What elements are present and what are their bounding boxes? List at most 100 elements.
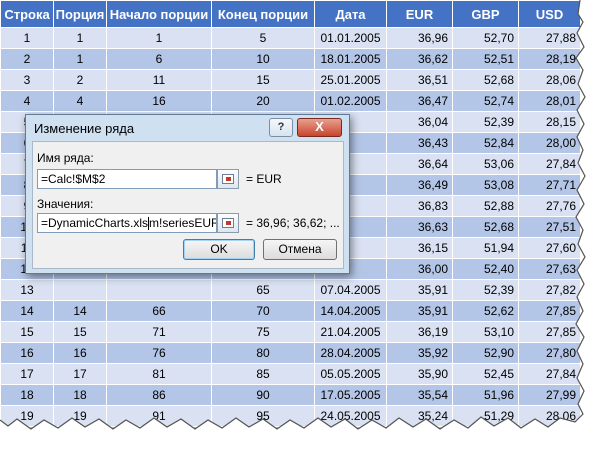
table-cell[interactable]: 27,88 <box>518 27 581 49</box>
table-cell[interactable]: 53,10 <box>452 321 519 343</box>
table-cell[interactable]: 100 <box>211 426 315 448</box>
table-cell[interactable]: 35,90 <box>386 363 453 385</box>
table-cell[interactable]: 15 <box>0 321 54 343</box>
table-cell[interactable]: 15 <box>211 69 315 91</box>
table-cell[interactable]: 6 <box>106 48 212 70</box>
table-cell[interactable]: 20 <box>211 90 315 112</box>
table-cell[interactable]: 36,83 <box>386 195 453 217</box>
table-cell[interactable]: 27,84 <box>518 153 581 175</box>
table-cell[interactable]: 71 <box>106 321 212 343</box>
table-cell[interactable]: 86 <box>106 384 212 406</box>
table-cell[interactable]: 16 <box>0 342 54 364</box>
table-cell[interactable]: 36,43 <box>386 132 453 154</box>
table-cell[interactable]: 2 <box>0 48 54 70</box>
table-cell[interactable]: 51,96 <box>452 384 519 406</box>
table-cell[interactable]: 21 <box>0 447 54 464</box>
table-cell[interactable]: 1 <box>53 48 107 70</box>
table-cell[interactable]: 35,24 <box>386 405 453 427</box>
column-header[interactable]: Дата <box>314 0 387 28</box>
table-cell[interactable]: 28,06 <box>518 405 581 427</box>
table-cell[interactable]: 11 <box>106 69 212 91</box>
table-cell[interactable]: 05.05.2005 <box>314 363 387 385</box>
table-cell[interactable]: 15 <box>53 321 107 343</box>
table-cell[interactable]: 52,40 <box>452 258 519 280</box>
table-cell[interactable]: 35,92 <box>386 342 453 364</box>
table-cell[interactable]: 52,88 <box>452 195 519 217</box>
table-cell[interactable]: 20 <box>0 426 54 448</box>
table-cell[interactable]: 1 <box>53 27 107 49</box>
table-cell[interactable]: 27,85 <box>518 321 581 343</box>
series-values-input[interactable]: =DynamicCharts.xlsm!seriesEUR <box>37 213 217 233</box>
table-cell[interactable]: 52,68 <box>452 69 519 91</box>
table-cell[interactable]: 36,64 <box>386 153 453 175</box>
series-name-input[interactable]: =Calc!$M$2 <box>37 169 217 189</box>
column-header[interactable]: Строка <box>0 0 54 28</box>
table-cell[interactable]: 19 <box>53 405 107 427</box>
table-cell[interactable]: 36,47 <box>386 90 453 112</box>
table-cell[interactable]: 14.04.2005 <box>314 300 387 322</box>
table-cell[interactable]: 1 <box>0 27 54 49</box>
table-cell[interactable]: 2 <box>53 69 107 91</box>
table-cell[interactable]: 80 <box>211 342 315 364</box>
column-header[interactable]: Порция <box>53 0 107 28</box>
table-cell[interactable]: 95 <box>211 405 315 427</box>
table-cell[interactable]: 65 <box>211 279 315 301</box>
table-cell[interactable]: 36,19 <box>386 321 453 343</box>
table-cell[interactable]: 1 <box>106 27 212 49</box>
table-cell[interactable]: 28,19 <box>518 48 581 70</box>
table-cell[interactable]: 28,15 <box>518 111 581 133</box>
column-header[interactable]: Конец порции <box>211 0 315 28</box>
table-cell[interactable]: 24.05.2005 <box>314 405 387 427</box>
table-cell[interactable]: 17.05.2005 <box>314 384 387 406</box>
column-header[interactable]: EUR <box>386 0 453 28</box>
cancel-button[interactable]: Отмена <box>263 239 337 260</box>
table-cell[interactable]: 27,60 <box>518 237 581 259</box>
table-cell[interactable]: 25.01.2005 <box>314 69 387 91</box>
table-cell[interactable]: 27,80 <box>518 342 581 364</box>
table-cell[interactable]: 28,00 <box>518 132 581 154</box>
table-cell[interactable]: 52,39 <box>452 279 519 301</box>
table-cell[interactable]: 52,70 <box>452 27 519 49</box>
column-header[interactable]: GBP <box>452 0 519 28</box>
table-cell[interactable]: 52,51 <box>452 48 519 70</box>
table-cell[interactable]: 01.01.2005 <box>314 27 387 49</box>
table-cell[interactable]: 81 <box>106 363 212 385</box>
table-cell[interactable]: 51,94 <box>452 237 519 259</box>
table-cell[interactable]: 76 <box>106 342 212 364</box>
table-cell[interactable]: 27,82 <box>518 279 581 301</box>
table-cell[interactable]: 17 <box>0 363 54 385</box>
ok-button[interactable]: OK <box>183 239 255 260</box>
table-cell[interactable]: 36,15 <box>386 237 453 259</box>
table-cell[interactable] <box>106 279 212 301</box>
table-cell[interactable]: 17 <box>53 363 107 385</box>
table-cell[interactable]: 21.04.2005 <box>314 321 387 343</box>
column-header[interactable]: USD <box>518 0 581 28</box>
table-cell[interactable]: 16 <box>53 342 107 364</box>
table-cell[interactable]: 4 <box>0 90 54 112</box>
table-cell[interactable]: 27,63 <box>518 258 581 280</box>
table-cell[interactable]: 18 <box>53 384 107 406</box>
table-cell[interactable]: 28.04.2005 <box>314 342 387 364</box>
table-cell[interactable]: 85 <box>211 363 315 385</box>
table-cell[interactable]: 52,74 <box>452 90 519 112</box>
table-cell[interactable]: 18.01.2005 <box>314 48 387 70</box>
table-cell[interactable]: 14 <box>0 300 54 322</box>
table-cell[interactable]: 10 <box>211 48 315 70</box>
table-cell[interactable]: 36,00 <box>386 258 453 280</box>
table-cell[interactable]: 28,06 <box>518 69 581 91</box>
table-cell[interactable]: 13 <box>0 279 54 301</box>
table-cell[interactable]: 28,10 <box>518 426 581 448</box>
table-cell[interactable]: 90 <box>211 384 315 406</box>
table-cell[interactable]: 91 <box>106 405 212 427</box>
table-cell[interactable]: 5 <box>211 27 315 49</box>
table-cell[interactable]: 14 <box>53 300 107 322</box>
table-cell[interactable]: 28,01 <box>518 90 581 112</box>
table-cell[interactable]: 52,45 <box>452 363 519 385</box>
table-cell[interactable]: 96 <box>106 426 212 448</box>
table-cell[interactable]: 36,04 <box>386 111 453 133</box>
table-cell[interactable]: 36,96 <box>386 27 453 49</box>
table-cell[interactable]: 36,49 <box>386 174 453 196</box>
table-cell[interactable]: 4 <box>53 90 107 112</box>
table-cell[interactable] <box>53 447 107 464</box>
table-cell[interactable]: 19 <box>0 405 54 427</box>
